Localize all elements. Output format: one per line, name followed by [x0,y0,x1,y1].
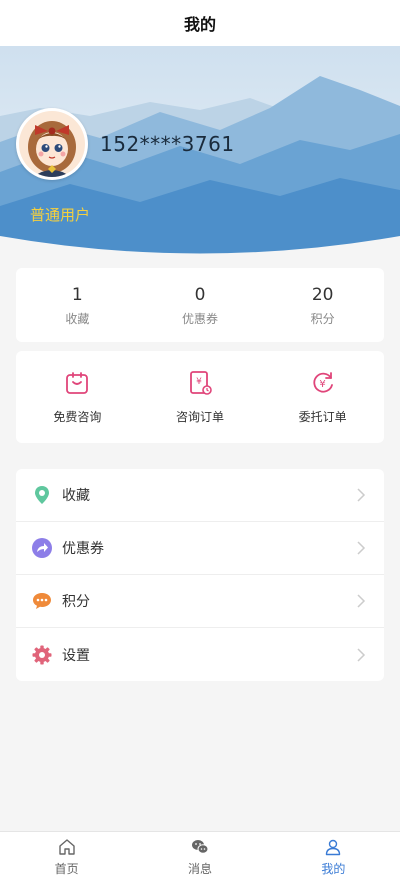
menu-card: 收藏 优惠券 积分 设置 [16,469,384,681]
membership-level: 普通用户 [30,206,91,224]
location-pin-icon [32,485,52,505]
stat-value: 1 [71,284,83,305]
tab-label: 我的 [321,861,346,876]
service-label: 免费咨询 [53,409,102,424]
menu-item-settings[interactable]: 设置 [16,628,384,681]
user-phone: 152****3761 [100,132,235,156]
chevron-right-icon [357,647,366,662]
menu-item-coupons[interactable]: 优惠券 [16,522,384,575]
menu-label: 设置 [62,647,90,664]
tab-label: 消息 [187,861,212,876]
share-arrow-icon [32,538,52,558]
svg-text:¥: ¥ [319,379,325,390]
stat-coupons[interactable]: 0 优惠券 [139,268,262,342]
home-icon [58,838,75,855]
stat-favorites[interactable]: 1 收藏 [16,268,139,342]
stat-value: 20 [311,284,334,305]
tab-messages[interactable]: 消息 [133,832,266,882]
service-consult-orders[interactable]: ¥ 咨询订单 [139,351,262,443]
stat-label: 收藏 [65,311,90,326]
stat-label: 优惠券 [182,311,219,326]
chevron-right-icon [357,594,366,608]
stat-points[interactable]: 20 积分 [261,268,384,342]
tab-label: 首页 [54,861,79,876]
menu-label: 优惠券 [62,541,104,557]
bottom-tabbar: 首页 消息 我的 [0,831,400,882]
stat-label: 积分 [310,311,335,326]
chat-bubble-icon [32,591,52,611]
stats-card: 1 收藏 0 优惠券 20 积分 [16,268,384,342]
tab-mine[interactable]: 我的 [267,832,400,882]
profile-header: 152****3761 普通用户 [0,46,400,260]
stat-value: 0 [194,284,206,305]
message-icon [191,839,209,854]
service-entrust-orders[interactable]: ¥ 委托订单 [261,351,384,443]
service-free-consult[interactable]: 免费咨询 [16,351,139,443]
service-label: 委托订单 [298,409,347,424]
chevron-right-icon [357,488,366,502]
consult-icon [66,371,89,394]
navbar: 我的 [0,0,400,46]
menu-item-points[interactable]: 积分 [16,575,384,628]
menu-label: 积分 [62,594,90,610]
menu-item-favorites[interactable]: 收藏 [16,469,384,522]
chevron-right-icon [357,541,366,555]
service-label: 咨询订单 [176,409,225,424]
services-card: 免费咨询 ¥ 咨询订单 ¥ 委托订单 [16,351,384,443]
menu-label: 收藏 [62,488,90,504]
user-icon [326,839,341,855]
page-title: 我的 [183,15,216,34]
gear-icon [32,645,52,665]
order-receipt-icon: ¥ [190,370,212,395]
avatar[interactable] [16,108,88,180]
avatar-illustration [19,111,85,177]
svg-text:¥: ¥ [196,377,202,387]
entrust-order-icon: ¥ [313,371,333,393]
tab-home[interactable]: 首页 [0,832,133,882]
